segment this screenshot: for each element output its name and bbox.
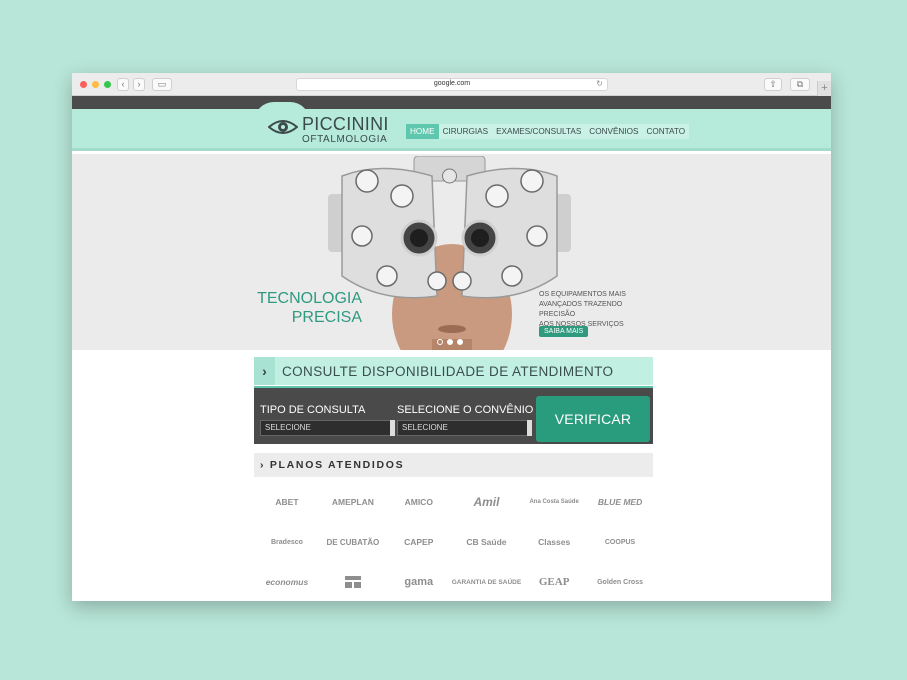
availability-form: TIPO DE CONSULTA SELECIONE SELECIONE O C… [254, 386, 653, 473]
plan-emblem-icon [344, 576, 361, 588]
select-caret-icon [527, 420, 532, 436]
plan-logo-abet: ABET [275, 496, 299, 507]
tipo-consulta-select[interactable]: SELECIONE [260, 420, 395, 436]
sidebar-icon[interactable]: ▭ [152, 78, 172, 91]
consult-title: CONSULTE DISPONIBILIDADE DE ATENDIMENTO [282, 364, 614, 379]
plans-title: › PLANOS ATENDIDOS [260, 459, 405, 471]
plan-logo-amico: AMICO [404, 496, 433, 507]
label-tipo-consulta: TIPO DE CONSULTA [260, 404, 366, 416]
convenio-select[interactable]: SELECIONE [397, 420, 532, 436]
plan-logo-cb-saude: CB Saúde [466, 536, 507, 547]
plan-logo-bradesco: Bradesco [271, 538, 303, 546]
tipo-consulta-value: SELECIONE [265, 423, 311, 432]
saiba-mais-button[interactable]: SAIBA MAIS [539, 326, 589, 337]
verificar-agora-button[interactable]: VERIFICAR AGORA [536, 396, 650, 473]
convenio-value: SELECIONE [402, 423, 448, 432]
address-bar[interactable]: google.com ↻ [296, 78, 608, 91]
consult-heading: › CONSULTE DISPONIBILIDADE DE ATENDIMENT… [254, 357, 653, 385]
plan-logo-coopus: COOPUS [604, 538, 636, 546]
hero-banner: TECNOLOGIA PRECISA OS EQUIPAMENTOS MAIS … [72, 154, 831, 350]
hero-description: OS EQUIPAMENTOS MAIS AVANÇADOS TRAZENDO … [539, 290, 659, 330]
reload-icon[interactable]: ↻ [596, 79, 603, 88]
browser-window: ‹ › ▭ google.com ↻ ⇧ ⧉ + PICCININI OFTAL… [72, 73, 831, 601]
hero-text-line1: OS EQUIPAMENTOS MAIS [539, 291, 626, 298]
site-top-bar [72, 96, 831, 109]
logo-subtitle: OFTALMOLOGIA [302, 134, 388, 145]
plan-logo-unlabeled [320, 562, 386, 601]
slide-dot-1[interactable] [437, 339, 443, 345]
hero-text-line2: AVANÇADOS TRAZENDO PRECISÃO [539, 301, 623, 318]
maximize-window-button[interactable] [104, 81, 111, 88]
nav-convenios[interactable]: CONVÊNIOS [585, 124, 642, 139]
share-icon[interactable]: ⇧ [764, 78, 782, 91]
plan-logo-cubatao: DE CUBATÃO [326, 537, 380, 547]
slide-dot-3[interactable] [457, 339, 463, 345]
close-window-button[interactable] [80, 81, 87, 88]
main-nav: HOME CIRURGIAS EXAMES/CONSULTAS CONVÊNIO… [406, 124, 690, 139]
plan-logo-economus: economus [265, 576, 309, 587]
logo-title[interactable]: PICCININI [302, 114, 389, 135]
plan-logo-capep: CAPEP [404, 536, 434, 547]
plan-logo-blue-med: BLUE MED [597, 496, 643, 507]
nav-exames-consultas[interactable]: EXAMES/CONSULTAS [492, 124, 585, 139]
new-tab-icon[interactable]: + [817, 81, 831, 96]
phoropter-icon [328, 156, 571, 299]
plan-logo-classes: Classes [538, 536, 571, 547]
plan-logo-ameplan: AMEPLAN [331, 496, 374, 507]
nav-contato[interactable]: CONTATO [642, 124, 689, 139]
plan-logo-gama: gama [404, 575, 434, 588]
forward-icon[interactable]: › [133, 78, 145, 91]
plan-logo-garantia: GARANTIA DE SAÚDE [451, 578, 522, 586]
hero-title-line2: PRECISA [291, 309, 362, 326]
slider-dots [437, 339, 463, 345]
browser-toolbar: ‹ › ▭ google.com ↻ ⇧ ⧉ + [72, 73, 831, 96]
chevron-right-icon: › [254, 357, 275, 385]
plans-heading: › PLANOS ATENDIDOS [254, 453, 653, 477]
plan-logo-amil: Amil [473, 494, 500, 509]
plan-logo-geap: GEAP [538, 575, 570, 588]
select-caret-icon [390, 420, 395, 436]
eye-icon [268, 120, 298, 134]
tabs-icon[interactable]: ⧉ [790, 78, 810, 91]
slide-dot-2[interactable] [447, 339, 453, 345]
nav-cirurgias[interactable]: CIRURGIAS [439, 124, 493, 139]
plan-logo-golden-cross: Golden Cross [597, 578, 643, 586]
nav-home[interactable]: HOME [406, 124, 439, 139]
plan-logo-ana-costa: Ana Costa Saúde [529, 498, 579, 505]
label-convenio: SELECIONE O CONVÊNIO [397, 404, 534, 416]
plans-title-text: PLANOS ATENDIDOS [269, 459, 405, 471]
plans-grid: ABET AMEPLAN AMICO Amil Ana Costa Saúde … [254, 482, 653, 601]
hero-title-line1: TECNOLOGIA [257, 290, 362, 307]
address-text: google.com [433, 80, 471, 87]
back-icon[interactable]: ‹ [117, 78, 129, 91]
minimize-window-button[interactable] [92, 81, 99, 88]
